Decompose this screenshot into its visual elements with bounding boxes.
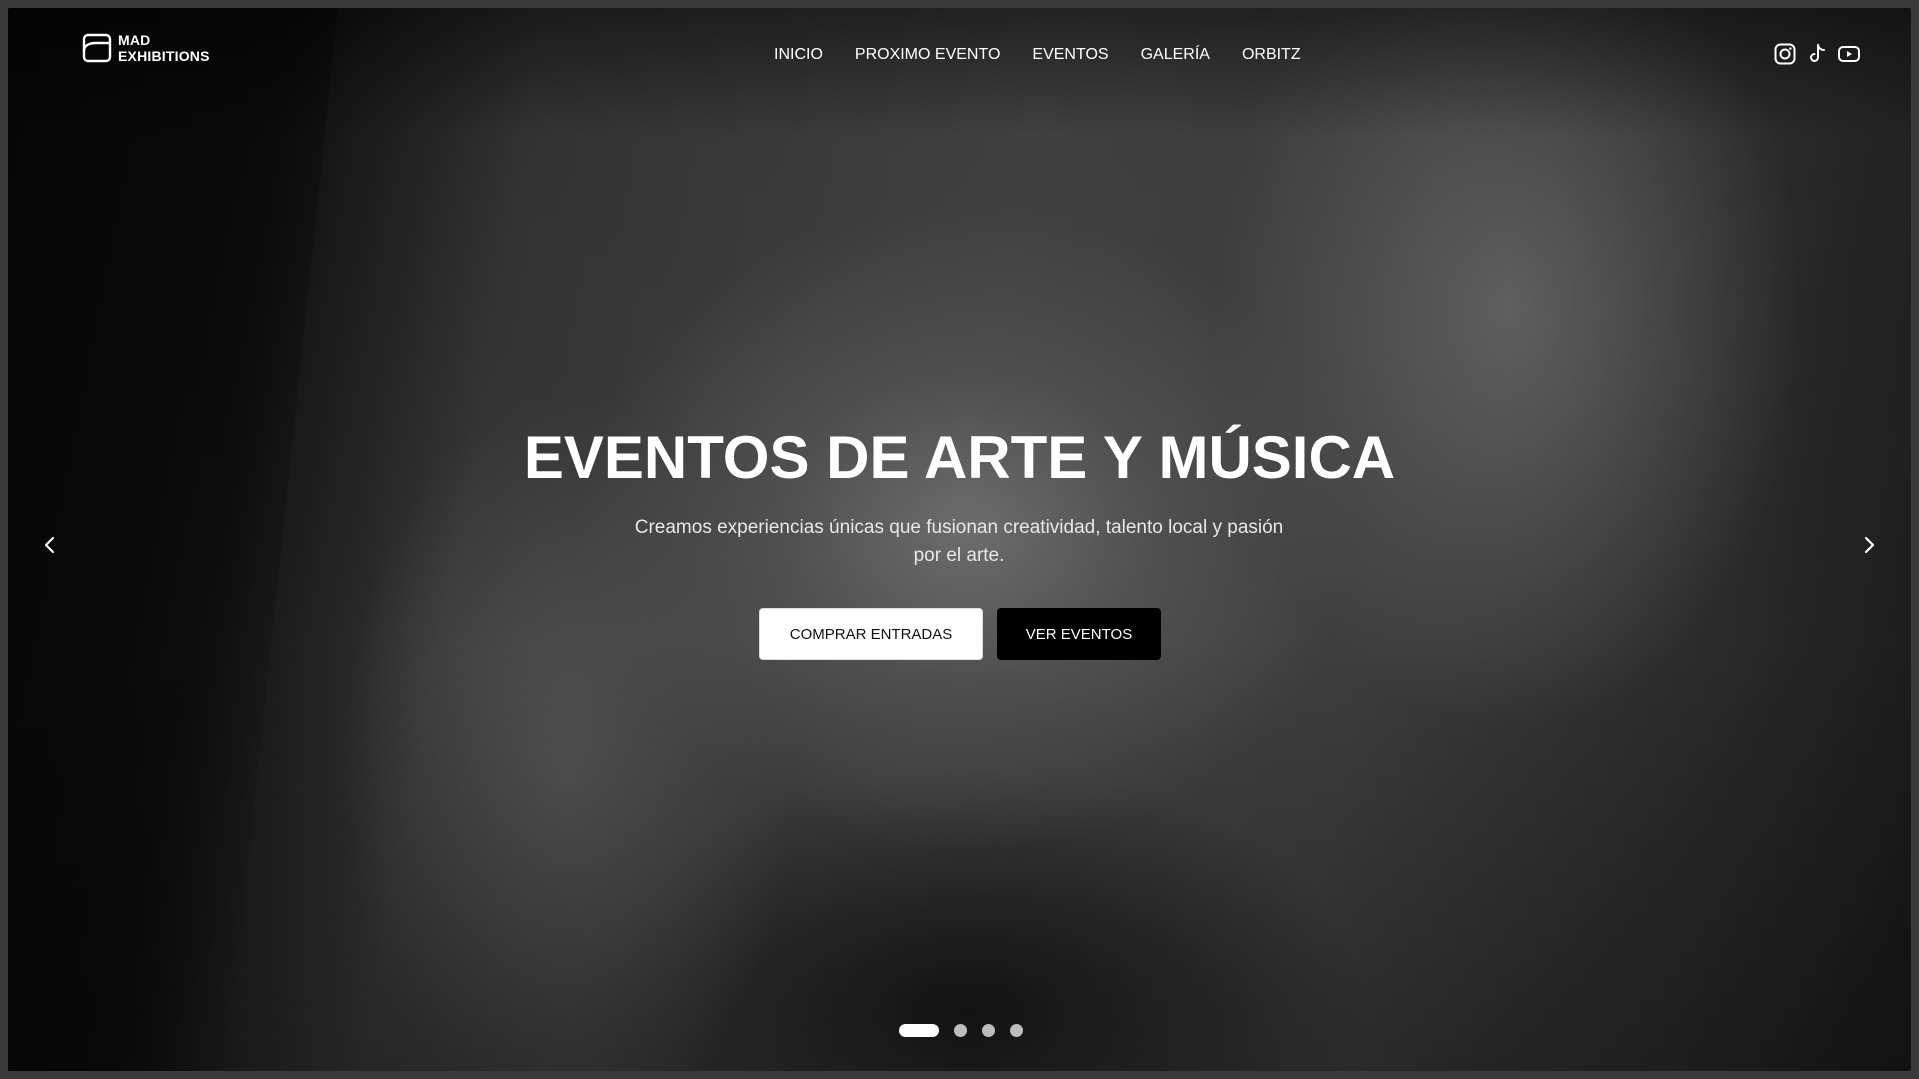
logo-line-1: MAD xyxy=(118,32,151,48)
nav-item-proximo-evento[interactable]: PROXIMO EVENTO xyxy=(855,46,1001,64)
hero-subtitle: Creamos experiencias únicas que fusionan… xyxy=(634,517,1284,566)
tiktok-icon[interactable] xyxy=(1805,42,1829,66)
main-nav: INICIO PROXIMO EVENTO EVENTOS GALERÍA OR… xyxy=(774,46,1333,64)
logo-line-2: EXHIBITIONS xyxy=(118,48,210,64)
instagram-icon[interactable] xyxy=(1773,42,1797,66)
browser-frame: MAD EXHIBITIONS INICIO PROXIMO EVENTO EV… xyxy=(0,0,1919,1079)
carousel-dot-4[interactable] xyxy=(1010,1024,1023,1037)
nav-item-inicio[interactable]: INICIO xyxy=(774,46,823,64)
carousel-dot-3[interactable] xyxy=(982,1024,995,1037)
chevron-right-icon xyxy=(1864,536,1875,554)
youtube-icon[interactable] xyxy=(1837,42,1861,66)
site-header: MAD EXHIBITIONS INICIO PROXIMO EVENTO EV… xyxy=(8,8,1911,98)
buy-tickets-button[interactable]: COMPRAR ENTRADAS xyxy=(759,608,983,660)
logo[interactable]: MAD EXHIBITIONS xyxy=(82,32,210,64)
carousel-next-button[interactable] xyxy=(1857,530,1881,560)
social-links xyxy=(1773,42,1861,66)
view-events-button[interactable]: VER EVENTOS xyxy=(997,608,1161,660)
logo-text: MAD EXHIBITIONS xyxy=(118,32,210,64)
chevron-left-icon xyxy=(44,536,55,554)
hero-content: EVENTOS DE ARTE Y MÚSICA Creamos experie… xyxy=(8,8,1911,1071)
hero-carousel: MAD EXHIBITIONS INICIO PROXIMO EVENTO EV… xyxy=(8,8,1911,1071)
carousel-prev-button[interactable] xyxy=(38,530,62,560)
nav-item-galeria[interactable]: GALERÍA xyxy=(1141,46,1210,64)
nav-item-orbitz[interactable]: ORBITZ xyxy=(1242,46,1301,64)
hero-title: EVENTOS DE ARTE Y MÚSICA xyxy=(523,424,1396,491)
carousel-dot-1[interactable] xyxy=(899,1024,939,1037)
carousel-dot-2[interactable] xyxy=(954,1024,967,1037)
carousel-indicators xyxy=(899,1024,1023,1037)
logo-mark-icon xyxy=(82,33,112,63)
nav-item-eventos[interactable]: EVENTOS xyxy=(1032,46,1108,64)
